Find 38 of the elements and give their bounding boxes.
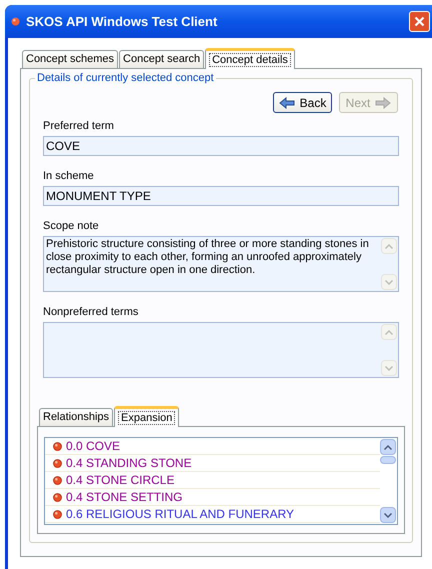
chevron-up-icon bbox=[384, 444, 392, 450]
chevron-up-icon bbox=[385, 330, 393, 334]
field-label: In scheme bbox=[43, 169, 95, 183]
chevron-down-icon bbox=[385, 280, 393, 284]
field-label: Scope note bbox=[43, 219, 100, 233]
list-item[interactable]: 0.0 COVE bbox=[66, 440, 120, 452]
close-icon bbox=[414, 16, 425, 27]
bullet-icon bbox=[53, 510, 62, 518]
tab[interactable]: Concept schemes bbox=[22, 50, 118, 68]
back-button[interactable]: Back bbox=[273, 92, 332, 113]
bullet-icon bbox=[53, 492, 62, 502]
arrow-right-icon bbox=[375, 96, 392, 108]
scroll-thumb[interactable] bbox=[380, 456, 396, 464]
text-field[interactable]: MONUMENT TYPE bbox=[43, 186, 399, 206]
close-button[interactable] bbox=[409, 11, 430, 32]
field-label: Preferred term bbox=[43, 119, 115, 133]
chevron-up-icon bbox=[385, 244, 393, 248]
text-field[interactable]: COVE bbox=[43, 136, 399, 156]
list-item[interactable]: 0.6 RELIGIOUS RITUAL AND FUNERARY bbox=[66, 508, 294, 520]
tab[interactable]: Expansion bbox=[114, 406, 180, 427]
chevron-down-icon bbox=[385, 366, 393, 370]
chevron-down-icon bbox=[384, 512, 392, 518]
scroll-down-button[interactable] bbox=[380, 507, 396, 523]
arrow-left-icon bbox=[278, 96, 295, 108]
bullet-icon bbox=[53, 476, 62, 484]
bullet-icon bbox=[53, 458, 62, 468]
tab[interactable]: Relationships bbox=[39, 408, 114, 426]
app-icon bbox=[11, 17, 20, 26]
list-item[interactable]: 0.4 STONE SETTING bbox=[66, 491, 182, 503]
field-label: Nonpreferred terms bbox=[43, 305, 140, 319]
window-title: SKOS API Windows Test Client bbox=[26, 12, 218, 31]
list-item[interactable]: 0.4 STONE CIRCLE bbox=[66, 474, 174, 486]
group-title: Details of currently selected concept bbox=[35, 71, 216, 85]
bullet-icon bbox=[53, 442, 62, 450]
list-item[interactable]: 0.4 STANDING STONE bbox=[66, 457, 192, 469]
scroll-up-button[interactable] bbox=[380, 439, 396, 455]
tab[interactable]: Concept search bbox=[119, 50, 204, 68]
tab[interactable]: Concept details bbox=[205, 48, 295, 69]
